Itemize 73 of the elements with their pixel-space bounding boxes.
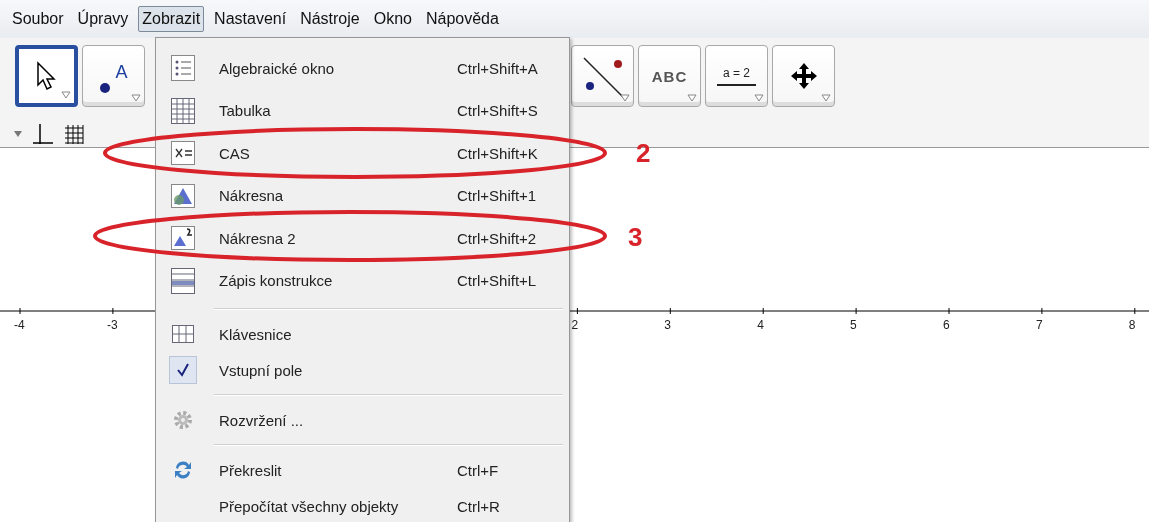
caret-icon [131, 94, 141, 102]
tick-label: 5 [850, 318, 857, 332]
menu-entry-label: Zápis konstrukce [219, 272, 334, 290]
shortcut-label: Ctrl+Shift+A [457, 59, 538, 77]
caret-icon [687, 94, 697, 102]
caret-icon [754, 94, 764, 102]
grid-icon[interactable] [64, 123, 84, 144]
menu-item[interactable]: Nastavení [210, 6, 291, 32]
menu-entry[interactable]: Rozvržení ... [156, 402, 569, 438]
refresh-icon [172, 459, 194, 481]
tick-label: -4 [14, 318, 25, 332]
tick-label: 7 [1035, 318, 1043, 332]
menu-entry[interactable]: Nákresna 2 Ctrl+Shift+2 [156, 217, 569, 260]
point-icon [99, 82, 112, 94]
menu-entry[interactable]: Algebraické okno Ctrl+Shift+A [156, 47, 569, 90]
menu-entry[interactable]: Překreslit Ctrl+F [156, 452, 569, 488]
menu-entry-label: Přepočítat všechny objekty [219, 497, 400, 515]
menu-entry[interactable]: Klávesnice [156, 316, 569, 352]
tick-label: 6 [943, 318, 950, 332]
move-view-tool-button[interactable] [772, 45, 835, 107]
menu-entry-label: Rozvržení ... [219, 411, 305, 429]
menu-entry-label: Tabulka [219, 102, 272, 120]
menu-entry-label: Vstupní pole [219, 361, 304, 379]
list-icon [171, 55, 195, 82]
dropdown-icon[interactable] [14, 130, 22, 137]
menu-item[interactable]: Zobrazit [138, 6, 205, 32]
menu-item[interactable]: Okno [369, 6, 416, 32]
shortcut-label: Ctrl+F [457, 461, 499, 479]
menu-entry-label: Klávesnice [219, 325, 293, 343]
lines-icon [171, 267, 195, 294]
menu-entry[interactable]: Zápis konstrukce Ctrl+Shift+L [156, 259, 569, 302]
point-tool-button[interactable]: A [82, 45, 145, 107]
table-icon [171, 97, 195, 124]
pointer-tool-button[interactable] [15, 45, 78, 107]
shortcut-label: Ctrl+Shift+K [457, 144, 538, 162]
equation-icon [171, 141, 195, 166]
point-label: A [115, 62, 128, 83]
menu-entry[interactable]: Nákresna Ctrl+Shift+1 [156, 174, 569, 217]
menu-entry-label: Překreslit [219, 461, 283, 479]
caret-icon [620, 94, 630, 102]
shortcut-label: Ctrl+Shift+2 [457, 229, 537, 247]
menu-item[interactable]: Úpravy [73, 6, 133, 32]
menu-item[interactable]: Soubor [8, 6, 68, 32]
menu-entry[interactable]: CAS Ctrl+Shift+K [156, 132, 569, 175]
annotation-number: 2 [636, 138, 651, 169]
shortcut-label: Ctrl+R [457, 497, 500, 515]
tick-label: 2 [571, 318, 579, 332]
menu-entry-label: Nákresna 2 [219, 229, 297, 247]
shortcut-label: Ctrl+Shift+1 [457, 187, 537, 205]
menu-entry[interactable]: Přepočítat všechny objekty Ctrl+R [156, 488, 569, 522]
tick-label: 8 [1128, 318, 1136, 332]
slider-tool-button[interactable]: a = 2 [705, 45, 768, 107]
menu-entry-label: Nákresna [219, 187, 285, 205]
four-arrows-icon [789, 62, 818, 90]
tick-label: -3 [107, 318, 118, 332]
annotation-number: 3 [628, 222, 643, 253]
tick-label: 4 [757, 318, 764, 332]
caret-icon [61, 91, 71, 99]
caret-icon [821, 94, 831, 102]
line-tool-button[interactable] [571, 45, 634, 107]
shortcut-label: Ctrl+Shift+L [457, 272, 537, 290]
menu-entry[interactable]: Tabulka Ctrl+Shift+S [156, 89, 569, 132]
keypad-icon [172, 325, 194, 343]
axes-icon[interactable] [32, 122, 54, 145]
menu-item[interactable]: Nástroje [296, 6, 364, 32]
tick-label: 3 [664, 318, 671, 332]
shortcut-label: Ctrl+Shift+S [457, 102, 538, 120]
menu-entry-label: CAS [219, 144, 251, 162]
gear-icon [172, 409, 194, 431]
menu-item[interactable]: Nápověda [421, 6, 503, 32]
menu-entry-label: Algebraické okno [219, 59, 336, 77]
menu-entry[interactable]: Vstupní pole [156, 352, 569, 388]
text-tool-button[interactable]: ABC [638, 45, 701, 107]
